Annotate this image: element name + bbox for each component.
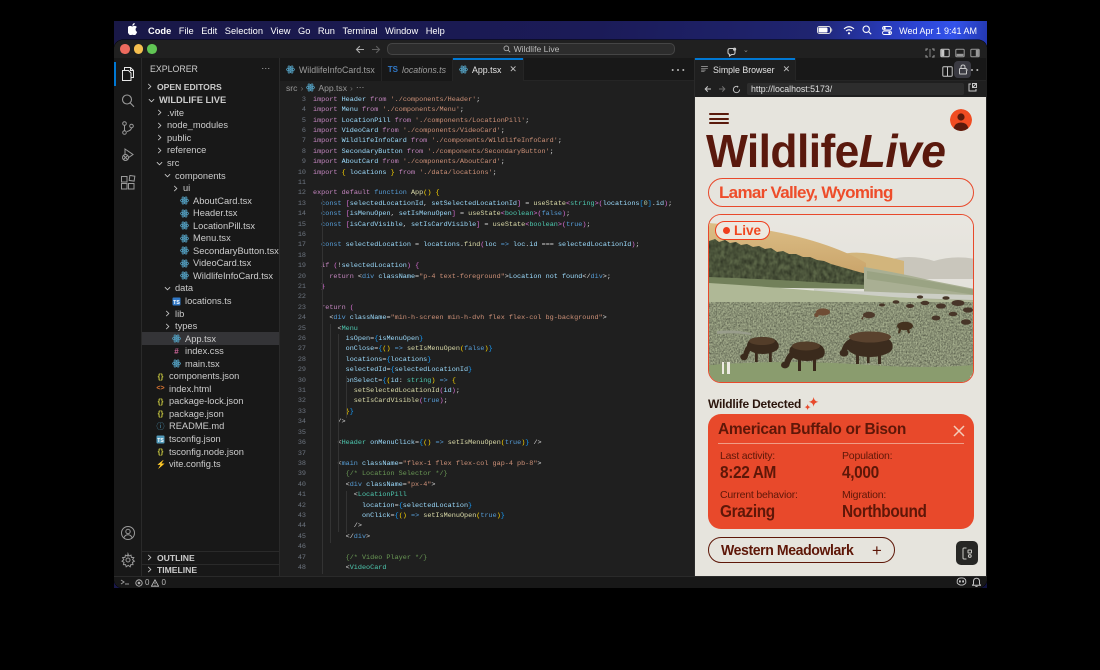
svg-text:TS: TS: [173, 299, 180, 305]
svg-text:TS: TS: [157, 437, 164, 443]
